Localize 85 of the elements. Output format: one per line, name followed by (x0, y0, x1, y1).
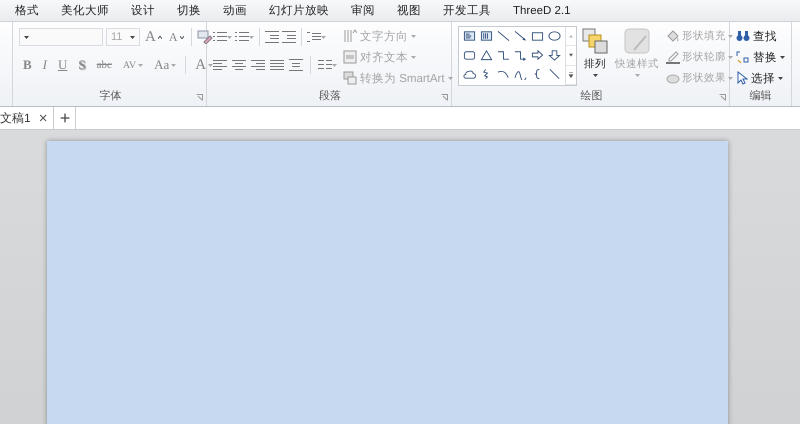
dialog-launcher-icon[interactable] (441, 94, 448, 101)
columns-icon[interactable] (318, 59, 332, 71)
close-button[interactable]: × (38, 110, 48, 126)
line-icon[interactable] (497, 30, 510, 42)
up-caret-icon (158, 36, 162, 38)
document-tab[interactable]: 文稿1 × (0, 107, 54, 129)
numbered-list-icon[interactable] (235, 31, 249, 43)
group-title: 字体 (98, 88, 122, 104)
pen-icon (666, 50, 680, 64)
caret-icon (208, 64, 214, 66)
ribbon-command[interactable]: 替换 (734, 47, 787, 67)
menu-tab[interactable]: 切换 (166, 3, 212, 18)
caret-icon (249, 36, 254, 38)
caret-icon (778, 76, 783, 80)
caret-icon (24, 36, 29, 38)
caret-icon (728, 34, 733, 38)
paint-bucket-icon (666, 29, 680, 43)
dialog-launcher-icon[interactable] (719, 94, 726, 101)
curve-icon[interactable] (514, 68, 527, 80)
menu-tab[interactable]: 美化大师 (50, 3, 120, 18)
caret-icon (321, 36, 326, 38)
caret-icon (592, 74, 598, 77)
group-title: 编辑 (748, 89, 772, 104)
ribbon-command[interactable]: 选择 (734, 68, 787, 88)
smartart-icon (343, 71, 357, 85)
right-arrow-icon[interactable] (531, 49, 544, 61)
text-box-icon[interactable] (463, 30, 476, 42)
brush-tile-icon (624, 28, 650, 54)
caret-icon (171, 64, 176, 66)
menu-tab[interactable]: 幻灯片放映 (258, 3, 340, 18)
shape-gallery[interactable] (458, 26, 577, 86)
vertical-text-box-icon[interactable] (480, 30, 493, 42)
line-icon[interactable] (548, 68, 561, 80)
menu-tab[interactable]: 设计 (120, 3, 166, 18)
menu-tab[interactable]: 视图 (386, 3, 432, 18)
align-right-icon[interactable] (251, 59, 265, 71)
menu-tab[interactable]: 格式 (4, 3, 50, 18)
caret-icon (780, 56, 785, 58)
caret-icon (227, 36, 232, 38)
menu-tab[interactable]: ThreeD 2.1 (502, 4, 582, 16)
menu-tab[interactable]: 开发工具 (432, 3, 502, 18)
increase-indent-icon[interactable] (282, 31, 296, 43)
elbow-arrow-icon[interactable] (514, 49, 527, 61)
replace-icon (736, 50, 750, 64)
caret-icon (728, 56, 733, 58)
cloud-icon[interactable] (463, 68, 476, 80)
triangle-icon[interactable] (480, 49, 493, 61)
new-tab-button[interactable]: + (54, 107, 76, 129)
rounded-rectangle-icon[interactable] (463, 49, 476, 61)
stacked-squares-icon (582, 28, 608, 54)
caret-icon (130, 36, 135, 38)
text-direction-icon (343, 29, 357, 43)
justify-icon[interactable] (270, 59, 284, 71)
down-arrow-icon[interactable] (548, 49, 561, 61)
decrease-indent-icon[interactable] (265, 31, 279, 43)
arrange-button[interactable]: 排列 (580, 26, 610, 88)
align-left-icon[interactable] (213, 59, 227, 71)
binoculars-icon (736, 30, 750, 42)
caret-icon (634, 74, 640, 77)
caret-icon (448, 76, 453, 80)
bullet-list-icon[interactable] (213, 31, 227, 43)
align-center-icon[interactable] (232, 59, 246, 71)
cursor-icon (736, 71, 748, 85)
menu-tab[interactable]: 动画 (212, 3, 258, 18)
group-title: 段落 (318, 89, 342, 104)
caret-icon (138, 64, 144, 66)
distributed-icon[interactable] (289, 59, 303, 71)
down-caret-icon (180, 36, 184, 38)
arc-icon[interactable] (497, 68, 510, 80)
line-spacing-icon[interactable] (307, 31, 321, 43)
caret-icon (332, 64, 337, 66)
elbow-connector-icon[interactable] (497, 49, 510, 61)
menu-tab[interactable]: 审阅 (340, 3, 386, 18)
ellipse-icon[interactable] (548, 30, 561, 42)
caret-icon (411, 34, 416, 38)
caret-icon (411, 56, 416, 58)
arrow-icon[interactable] (514, 30, 527, 42)
ribbon-command[interactable]: 查找 (734, 26, 787, 46)
rectangle-icon[interactable] (531, 30, 544, 42)
caret-icon (728, 76, 733, 80)
eraser-icon[interactable] (196, 30, 213, 44)
dialog-launcher-icon[interactable] (196, 94, 203, 101)
align-text-icon (343, 50, 357, 64)
group-title: 绘图 (580, 89, 604, 104)
font-name-field[interactable] (19, 28, 103, 46)
